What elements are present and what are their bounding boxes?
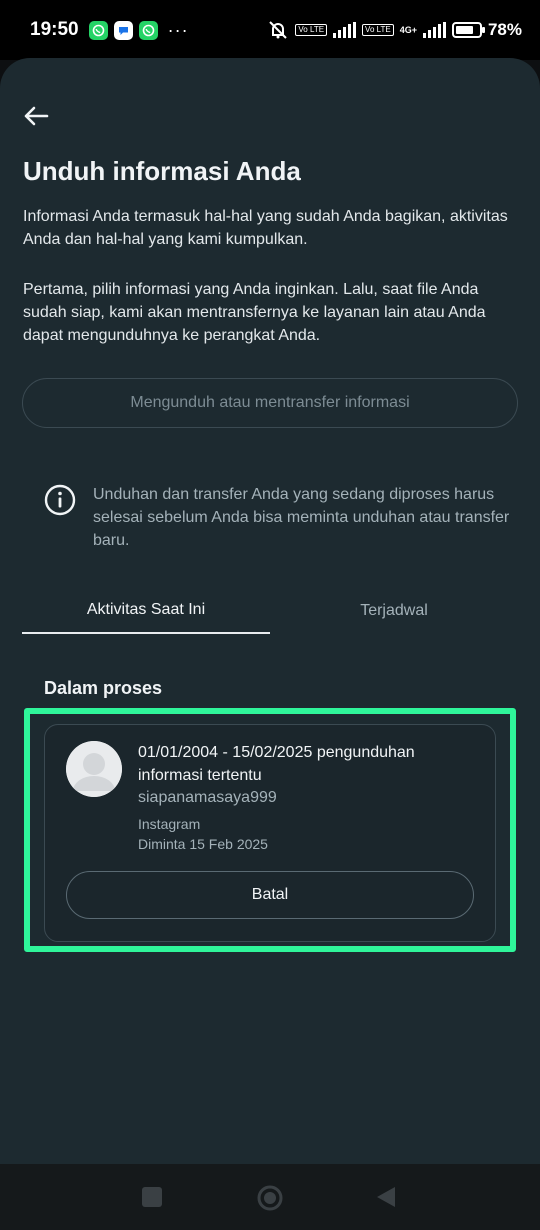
- arrow-left-icon: [24, 106, 49, 126]
- back-triangle-icon[interactable]: [375, 1185, 397, 1209]
- messages-icon: [113, 20, 133, 40]
- volte-badge: Vo LTE: [362, 24, 394, 36]
- request-platform: Instagram: [138, 816, 201, 832]
- cancel-button[interactable]: Batal: [66, 871, 474, 919]
- tab-scheduled[interactable]: Terjadwal: [270, 588, 518, 634]
- signal-icon: [422, 22, 446, 38]
- download-info-sheet: Unduh informasi Anda Informasi Anda term…: [0, 58, 540, 1164]
- download-transfer-button[interactable]: Mengunduh atau mentransfer informasi: [22, 378, 518, 428]
- whatsapp-icon: [138, 20, 158, 40]
- request-title: 01/01/2004 - 15/02/2025 pengunduhan info…: [138, 744, 415, 784]
- default-avatar-icon: [66, 741, 122, 797]
- navigation-bar: [0, 1164, 540, 1230]
- battery-icon: [451, 22, 485, 38]
- section-title-in-progress: Dalam proses: [44, 678, 163, 698]
- intro-paragraph-2: Pertama, pilih informasi yang Anda ingin…: [23, 281, 486, 344]
- status-indicators: Vo LTE Vo LTE 4G+ 78%: [267, 20, 522, 40]
- request-username: siapanamasaya999: [138, 789, 277, 806]
- status-time: 19:50: [30, 19, 79, 40]
- home-icon[interactable]: [256, 1184, 284, 1212]
- request-card: 01/01/2004 - 15/02/2025 pengunduhan info…: [44, 724, 496, 942]
- info-icon: [44, 484, 76, 516]
- volte-badge: Vo LTE: [295, 24, 328, 36]
- tab-current-activity[interactable]: Aktivitas Saat Ini: [22, 588, 270, 634]
- network-type: 4G+: [399, 25, 417, 35]
- more-notifications-icon: ···: [167, 19, 189, 40]
- request-date: Diminta 15 Feb 2025: [138, 836, 268, 852]
- pending-notice-text: Unduhan dan transfer Anda yang sedang di…: [93, 486, 510, 549]
- page-title: Unduh informasi Anda: [23, 156, 301, 186]
- signal-icon: [333, 22, 357, 38]
- whatsapp-icon: [88, 20, 108, 40]
- battery-percent: 78%: [487, 20, 522, 39]
- alarm-off-icon: [269, 21, 288, 39]
- avatar: [66, 741, 122, 797]
- battery-level: [455, 26, 474, 34]
- intro-paragraph-1: Informasi Anda termasuk hal-hal yang sud…: [23, 208, 508, 248]
- status-bar: 19:50 ··· Vo LTE Vo LTE 4G+ 78%: [0, 0, 540, 60]
- recent-apps-icon[interactable]: [141, 1186, 163, 1208]
- back-button[interactable]: [20, 102, 52, 130]
